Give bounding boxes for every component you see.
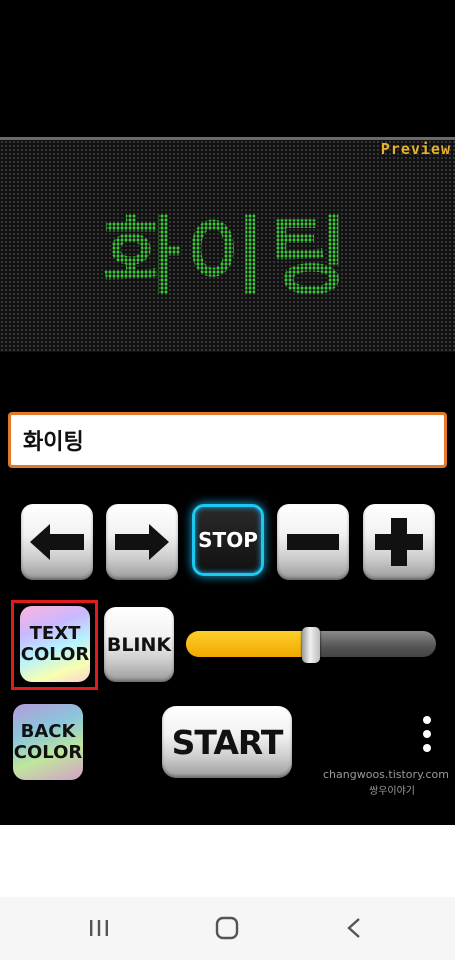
system-navigation-bar [0,897,455,960]
blink-button[interactable]: BLINK [104,607,174,682]
text-color-label-line2: COLOR [20,644,90,665]
home-icon [215,916,239,940]
start-button[interactable]: START [162,706,292,778]
preview-display-text: 화이팅 [102,207,353,307]
watermark-site: changwoos.tistory.com [323,768,449,781]
message-input[interactable] [8,412,447,468]
recent-apps-icon [90,920,108,936]
back-color-label-line1: BACK [20,721,76,742]
speed-slider-thumb[interactable] [302,627,320,663]
increase-button[interactable] [363,504,435,580]
scroll-left-button[interactable] [21,504,93,580]
back-color-button[interactable]: BACK COLOR [13,704,83,780]
arrow-left-icon [30,524,84,560]
decrease-button[interactable] [277,504,349,580]
back-button[interactable] [334,913,374,943]
back-icon [347,918,360,938]
more-vertical-icon[interactable] [418,716,436,752]
minus-icon [287,534,339,550]
preview-label: Preview [380,140,451,158]
ad-banner-area [0,825,455,897]
text-color-label-line1: TEXT [29,623,81,644]
watermark-name: 쌍우이야기 [369,786,415,797]
led-preview-panel: Preview 화이팅 [0,137,455,352]
text-color-button[interactable]: TEXT COLOR [20,606,90,682]
arrow-right-icon [115,524,169,560]
plus-icon [375,518,423,566]
speed-slider-fill [186,631,311,657]
home-button[interactable] [207,913,247,943]
back-color-label-line2: COLOR [13,742,83,763]
stop-button[interactable]: STOP [192,504,264,576]
scroll-right-button[interactable] [106,504,178,580]
top-blank-area [0,0,455,137]
recent-apps-button[interactable] [79,913,119,943]
